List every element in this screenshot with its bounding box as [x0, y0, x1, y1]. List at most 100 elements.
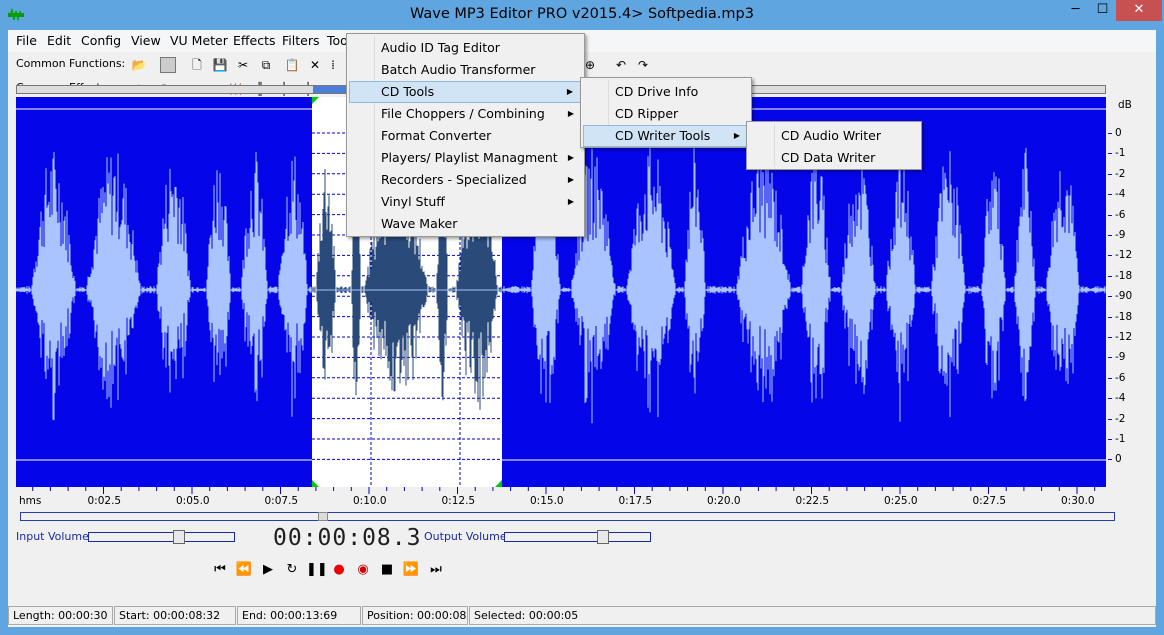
tools-menu-item[interactable]: Format Converter	[349, 125, 582, 147]
tools-menu-item-label: Players/ Playlist Managment	[381, 150, 558, 165]
db-tick-label: -2	[1115, 412, 1126, 425]
db-tick	[1108, 377, 1112, 379]
output-volume-thumb[interactable]	[597, 530, 609, 544]
time-tick-label: 0:17.5	[618, 495, 653, 507]
db-tick-label: -12	[1115, 249, 1133, 262]
new-file-icon[interactable]: 🗋	[189, 57, 205, 73]
status-selected: Selected: 00:00:05	[469, 606, 1156, 625]
play-icon[interactable]: ▶	[259, 562, 277, 578]
db-tick	[1108, 439, 1112, 440]
db-tick	[1108, 337, 1112, 338]
menu-view[interactable]: View	[131, 33, 161, 48]
submenu-arrow-icon: ▶	[567, 153, 574, 162]
db-tick	[1108, 214, 1112, 216]
undo-icon[interactable]: ↶	[613, 57, 629, 73]
submenu-arrow-icon: ▶	[567, 197, 574, 206]
status-bar: Length: 00:00:30 Start: 00:00:08:32 End:…	[8, 603, 1156, 627]
minimize-button[interactable]: ─	[1062, 0, 1089, 21]
cd-tools-item-label: CD Writer Tools	[615, 128, 711, 143]
db-tick	[1108, 255, 1112, 257]
db-tick	[1108, 194, 1112, 196]
db-tick	[1108, 357, 1112, 359]
scroll-thumb[interactable]	[318, 512, 328, 521]
menu-vu-meter[interactable]: VU Meter	[170, 33, 228, 48]
time-tick-label: 0:20.0	[707, 495, 741, 507]
cd-writer-item[interactable]: CD Data Writer	[749, 147, 919, 169]
save-icon[interactable]: 💾	[212, 57, 228, 73]
db-tick	[1108, 153, 1112, 155]
paste-icon[interactable]: 📋	[284, 57, 300, 73]
cd-tools-item[interactable]: CD Writer Tools ▶	[583, 125, 749, 147]
db-tick	[1108, 235, 1112, 236]
status-start: Start: 00:00:08:32	[114, 606, 236, 625]
menu-config[interactable]: Config	[81, 33, 121, 48]
open-folder-icon[interactable]: 📂	[131, 57, 147, 73]
tools-menu-item[interactable]: Wave Maker	[349, 213, 582, 235]
submenu-arrow-icon: ▶	[567, 175, 574, 184]
cd-tools-item[interactable]: CD Ripper	[583, 103, 749, 125]
status-position: Position: 00:00:08:32	[362, 606, 468, 625]
db-tick-label: -90	[1115, 290, 1133, 303]
db-tick-label: -12	[1115, 331, 1133, 343]
close-button[interactable]: ✕	[1116, 0, 1162, 21]
tools-menu-item[interactable]: Players/ Playlist Managment ▶	[349, 147, 582, 169]
tools-menu-item[interactable]: CD Tools ▶	[349, 81, 582, 103]
time-tick-label: 0:07.5	[264, 495, 299, 507]
tools-menu-item-label: Recorders - Specialized	[381, 172, 527, 187]
time-tick-label: 0:02.5	[87, 495, 122, 507]
db-tick-label: -6	[1115, 208, 1126, 221]
db-tick-label: -4	[1115, 188, 1126, 201]
rewind-icon[interactable]: ⏪	[235, 562, 253, 578]
pause-icon[interactable]: ❚❚	[306, 562, 328, 578]
tools-menu-item[interactable]: Audio ID Tag Editor	[349, 37, 582, 59]
time-tick-label: 0:22.5	[795, 495, 830, 507]
db-tick	[1108, 133, 1112, 134]
stop-icon[interactable]: ■	[378, 562, 396, 578]
output-volume-label: Output Volume:	[424, 530, 511, 543]
menu-tools[interactable]: Too	[327, 33, 348, 48]
maximize-button[interactable]: ☐	[1089, 0, 1116, 21]
db-tick-label: -2	[1115, 167, 1126, 180]
record-pause-icon[interactable]: ◉	[354, 562, 372, 578]
time-display: 00:00:08.3	[273, 525, 422, 551]
db-tick	[1108, 296, 1112, 298]
go-to-end-icon[interactable]: ⏭	[427, 562, 445, 578]
fast-forward-icon[interactable]: ⏩	[402, 562, 420, 578]
copy-icon[interactable]: ⧉	[258, 57, 274, 73]
time-tick-label: 0:25.0	[884, 495, 918, 507]
select-all-icon[interactable]: ⁞	[325, 57, 341, 73]
db-tick-label: -1	[1115, 433, 1126, 445]
go-to-start-icon[interactable]: ⏮	[211, 562, 229, 578]
cd-tools-item-label: CD Drive Info	[615, 84, 699, 99]
cut-icon[interactable]: ✂	[235, 57, 251, 73]
cd-writer-item[interactable]: CD Audio Writer	[749, 125, 919, 147]
cd-writer-item-label: CD Audio Writer	[781, 128, 881, 143]
delete-icon[interactable]: ✕	[307, 57, 323, 73]
horizontal-scrollbar[interactable]	[20, 512, 1115, 521]
input-volume-slider[interactable]	[88, 530, 235, 544]
input-volume-thumb[interactable]	[173, 530, 185, 544]
db-tick-label: -6	[1115, 371, 1126, 384]
tools-menu-item[interactable]: File Choppers / Combining ▶	[349, 103, 582, 125]
tools-menu-item[interactable]: Recorders - Specialized ▶	[349, 169, 582, 191]
record-icon[interactable]: ●	[330, 562, 348, 578]
status-length: Length: 00:00:30	[8, 606, 113, 625]
submenu-arrow-icon: ▶	[733, 131, 740, 140]
loop-icon[interactable]: ↻	[283, 562, 301, 578]
blank-icon[interactable]	[160, 57, 176, 73]
tools-menu-item-label: CD Tools	[381, 84, 435, 99]
time-tick-label: 0:12.5	[441, 495, 476, 507]
menu-effects[interactable]: Effects	[233, 33, 276, 48]
output-volume-slider[interactable]	[504, 530, 651, 544]
db-tick	[1108, 418, 1112, 420]
redo-icon[interactable]: ↷	[635, 57, 651, 73]
db-tick-label: 0	[1115, 127, 1122, 139]
menu-edit[interactable]: Edit	[47, 33, 71, 48]
menu-file[interactable]: File	[16, 33, 37, 48]
tools-menu-item[interactable]: Vinyl Stuff ▶	[349, 191, 582, 213]
tools-menu: Audio ID Tag Editor Batch Audio Transform…	[346, 33, 585, 237]
menu-filters[interactable]: Filters	[282, 33, 319, 48]
cd-tools-item[interactable]: CD Drive Info	[583, 81, 749, 103]
tools-menu-item[interactable]: Batch Audio Transformer	[349, 59, 582, 81]
tools-menu-item-label: Audio ID Tag Editor	[381, 40, 500, 55]
